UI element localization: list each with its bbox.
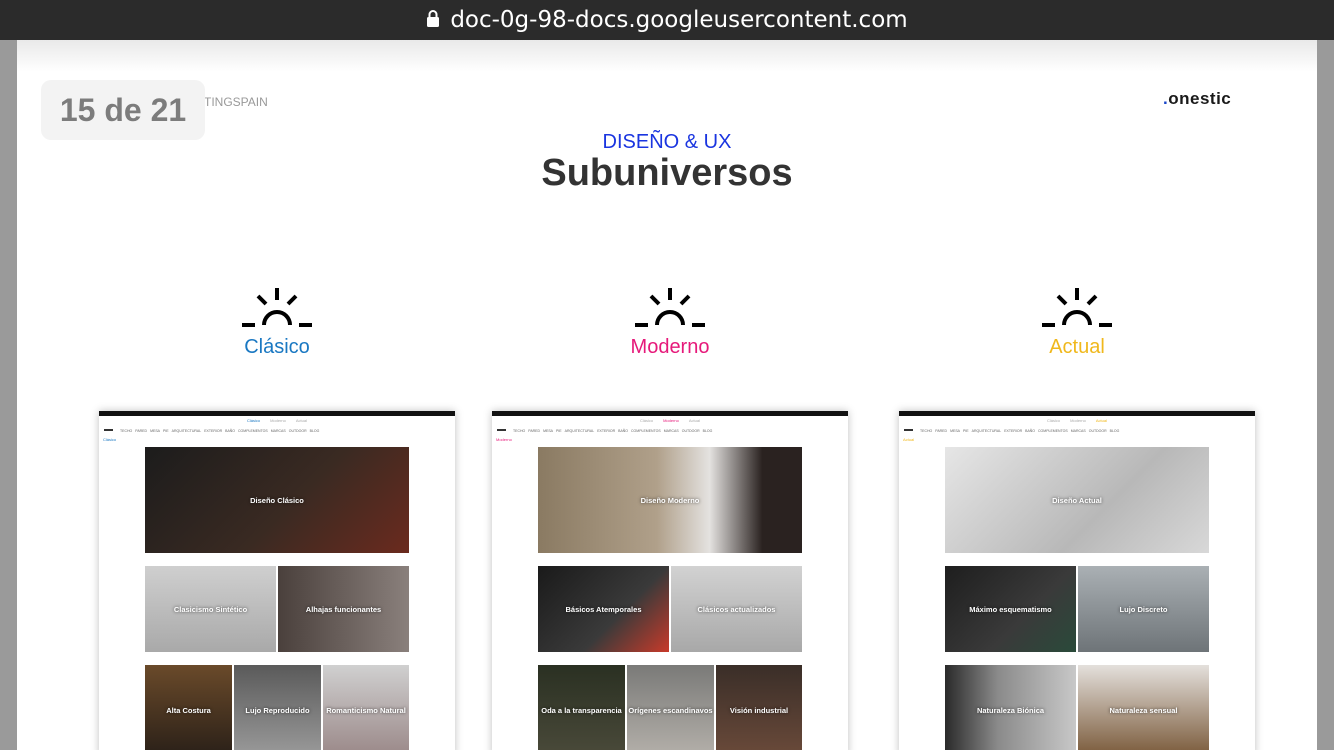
nav-item: COMPLEMENTOS: [631, 429, 661, 433]
sunrise-icon: [242, 288, 312, 327]
page-shadow: [17, 40, 1317, 72]
category-tile: Romanticismo Natural: [323, 665, 409, 750]
nav-item: BAÑO: [1025, 429, 1036, 433]
screenshot-actual: Clásico Moderno Actual TECHO PARED MESA PIE AR…: [899, 411, 1255, 750]
screenshot-section-label: Clásico: [103, 437, 117, 442]
screenshot-tab: Moderno: [270, 418, 286, 423]
screenshot-tab: Actual: [295, 418, 308, 423]
category-tile: Alhajas funcionantes: [278, 566, 409, 652]
document-viewer[interactable]: TINGSPAIN 15 de 21 .onestic DISEÑO & UX …: [0, 40, 1334, 750]
screenshot-clasico: Clásico Moderno Actual TECHO PARED MESA PIE AR…: [99, 411, 455, 750]
screenshot-tab: Clásico: [246, 418, 261, 423]
sunrise-icon: [635, 288, 705, 327]
nav-item: PIE: [555, 429, 562, 433]
screenshot-tabs: Clásico Moderno Actual: [99, 416, 455, 425]
nav-item: BLOG: [702, 429, 713, 433]
slide-subtitle: DISEÑO & UX: [602, 131, 732, 153]
category-tile: Lujo Discreto: [1078, 566, 1209, 652]
nav-item: BAÑO: [618, 429, 629, 433]
nav-item: ARQUITECTURAL: [971, 429, 1002, 433]
column-actual: Actual: [899, 285, 1255, 359]
screenshot-logo-icon: [104, 428, 113, 434]
screenshot-tab: Clásico: [639, 418, 654, 423]
category-tile: Lujo Reproducido: [234, 665, 321, 750]
nav-item: MARCAS: [270, 429, 286, 433]
screenshot-tab: Actual: [1095, 418, 1108, 423]
category-tile: Clasicismo Sintético: [145, 566, 276, 652]
nav-item: EXTERIOR: [1004, 429, 1023, 433]
nav-item: OUTDOOR: [681, 429, 700, 433]
column-label-clasico: Clásico: [244, 336, 310, 358]
screenshot-tab: Actual: [688, 418, 701, 423]
nav-item: ARQUITECTURAL: [171, 429, 202, 433]
screenshot-logo-icon: [497, 428, 506, 434]
screenshot-section-label: Actual: [903, 437, 915, 442]
screenshot-tab: Moderno: [1070, 418, 1086, 423]
nav-item: TECHO: [513, 429, 526, 433]
nav-item: PIE: [162, 429, 169, 433]
category-tile: Oda a la transparencia: [538, 665, 625, 750]
nav-item: PARED: [528, 429, 541, 433]
category-tile: Clásicos actualizados: [671, 566, 802, 652]
screenshot-nav: TECHO PARED MESA PIE ARQUITECTURAL EXTERIOR BA…: [492, 425, 848, 437]
screenshot-nav: TECHO PARED MESA PIE ARQUITECTURAL EXTERIOR BA…: [99, 425, 455, 437]
nav-item: BAÑO: [225, 429, 236, 433]
slide-page: TINGSPAIN 15 de 21 .onestic DISEÑO & UX …: [17, 40, 1317, 750]
nav-item: EXTERIOR: [597, 429, 616, 433]
screenshot-moderno: Clásico Moderno Actual TECHO PARED MESA PIE AR…: [492, 411, 848, 750]
hero-tile: Diseño Clásico: [145, 447, 409, 553]
nav-item: ARQUITECTURAL: [564, 429, 595, 433]
nav-item: BLOG: [309, 429, 320, 433]
address-bar[interactable]: doc-0g-98-docs.googleusercontent.com: [0, 0, 1334, 40]
screenshot-tabs: Clásico Moderno Actual: [492, 416, 848, 425]
screenshot-tab: Clásico: [1046, 418, 1061, 423]
logo-text: onestic: [1168, 89, 1232, 108]
nav-item: PIE: [962, 429, 969, 433]
screenshot-nav: TECHO PARED MESA PIE ARQUITECTURAL EXTERIOR BA…: [899, 425, 1255, 437]
onestic-logo: .onestic: [1163, 89, 1231, 109]
lock-icon: [427, 10, 440, 27]
column-label-moderno: Moderno: [630, 336, 710, 358]
column-label-actual: Actual: [1049, 336, 1105, 358]
category-tile: Visión industrial: [716, 665, 802, 750]
column-clasico: Clásico: [99, 285, 455, 359]
screenshot-section-label: Moderno: [496, 437, 512, 442]
screenshot-tab: Moderno: [663, 418, 679, 423]
screenshot-tabs: Clásico Moderno Actual: [899, 416, 1255, 425]
category-tile: Orígenes escandinavos: [627, 665, 714, 750]
sunrise-icon: [1042, 288, 1112, 327]
category-tile: Naturaleza sensual: [1078, 665, 1209, 750]
slide-title: Subuniversos: [541, 152, 793, 194]
nav-item: COMPLEMENTOS: [238, 429, 268, 433]
nav-item: EXTERIOR: [204, 429, 223, 433]
nav-item: MARCAS: [1070, 429, 1086, 433]
nav-item: TECHO: [920, 429, 933, 433]
category-tile: Naturaleza Biónica: [945, 665, 1076, 750]
screenshot-logo-icon: [904, 428, 913, 434]
nav-item: OUTDOOR: [288, 429, 307, 433]
nav-item: MARCAS: [663, 429, 679, 433]
category-tile: Máximo esquematismo: [945, 566, 1076, 652]
column-moderno: Moderno: [492, 285, 848, 359]
nav-item: BLOG: [1109, 429, 1120, 433]
nav-item: COMPLEMENTOS: [1038, 429, 1068, 433]
nav-item: MESA: [150, 429, 160, 433]
url-text: doc-0g-98-docs.googleusercontent.com: [450, 7, 908, 33]
brand-left-text: TINGSPAIN: [204, 95, 268, 109]
category-tile: Alta Costura: [145, 665, 232, 750]
nav-item: PARED: [135, 429, 148, 433]
nav-item: MESA: [950, 429, 960, 433]
nav-item: OUTDOOR: [1088, 429, 1107, 433]
hero-tile: Diseño Moderno: [538, 447, 802, 553]
nav-item: TECHO: [120, 429, 133, 433]
nav-item: MESA: [543, 429, 553, 433]
nav-item: PARED: [935, 429, 948, 433]
category-tile: Básicos Atemporales: [538, 566, 669, 652]
hero-tile: Diseño Actual: [945, 447, 1209, 553]
